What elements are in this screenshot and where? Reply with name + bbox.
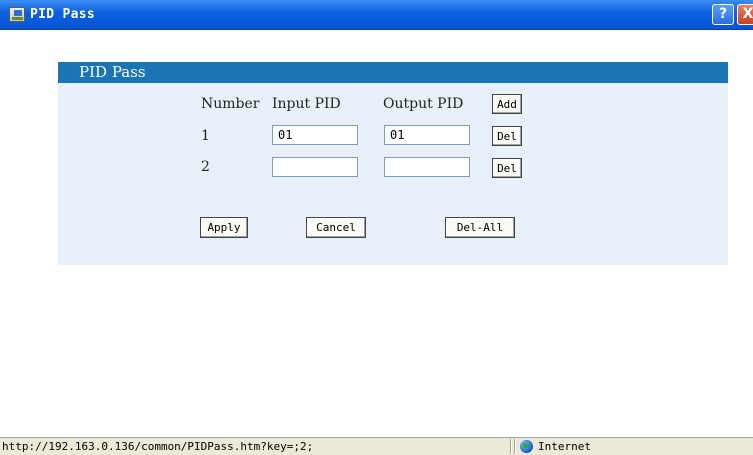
status-divider xyxy=(510,439,512,454)
row-2-number: 2 xyxy=(201,159,210,175)
row-2-del-button[interactable]: Del xyxy=(492,158,522,178)
column-header-number: Number xyxy=(201,96,260,112)
column-header-input-pid: Input PID xyxy=(272,96,341,112)
row-1-number: 1 xyxy=(201,128,210,144)
row-2-output-pid-field[interactable] xyxy=(384,157,470,177)
cancel-button[interactable]: Cancel xyxy=(306,217,366,238)
row-1-input-pid-field[interactable] xyxy=(272,125,358,145)
app-icon xyxy=(9,7,25,22)
help-button[interactable]: ? xyxy=(712,4,734,25)
window-titlebar[interactable]: PID Pass ? X xyxy=(0,0,753,30)
security-zone-label: Internet xyxy=(538,440,591,453)
panel-header: PID Pass xyxy=(58,62,728,83)
status-bar: http://192.163.0.136/common/PIDPass.htm?… xyxy=(0,437,753,455)
window-title: PID Pass xyxy=(30,7,96,22)
pid-pass-panel: PID Pass Number Input PID Output PID Add… xyxy=(58,62,728,265)
column-header-output-pid: Output PID xyxy=(383,96,464,112)
del-all-button[interactable]: Del-All xyxy=(445,217,515,238)
status-url: http://192.163.0.136/common/PIDPass.htm?… xyxy=(2,440,314,453)
globe-icon xyxy=(520,440,533,453)
row-2-input-pid-field[interactable] xyxy=(272,157,358,177)
row-1-del-button[interactable]: Del xyxy=(492,126,522,146)
row-1-output-pid-field[interactable] xyxy=(384,125,470,145)
add-button[interactable]: Add xyxy=(492,94,522,114)
close-button[interactable]: X xyxy=(737,4,753,25)
status-divider xyxy=(514,439,516,454)
apply-button[interactable]: Apply xyxy=(200,217,248,238)
